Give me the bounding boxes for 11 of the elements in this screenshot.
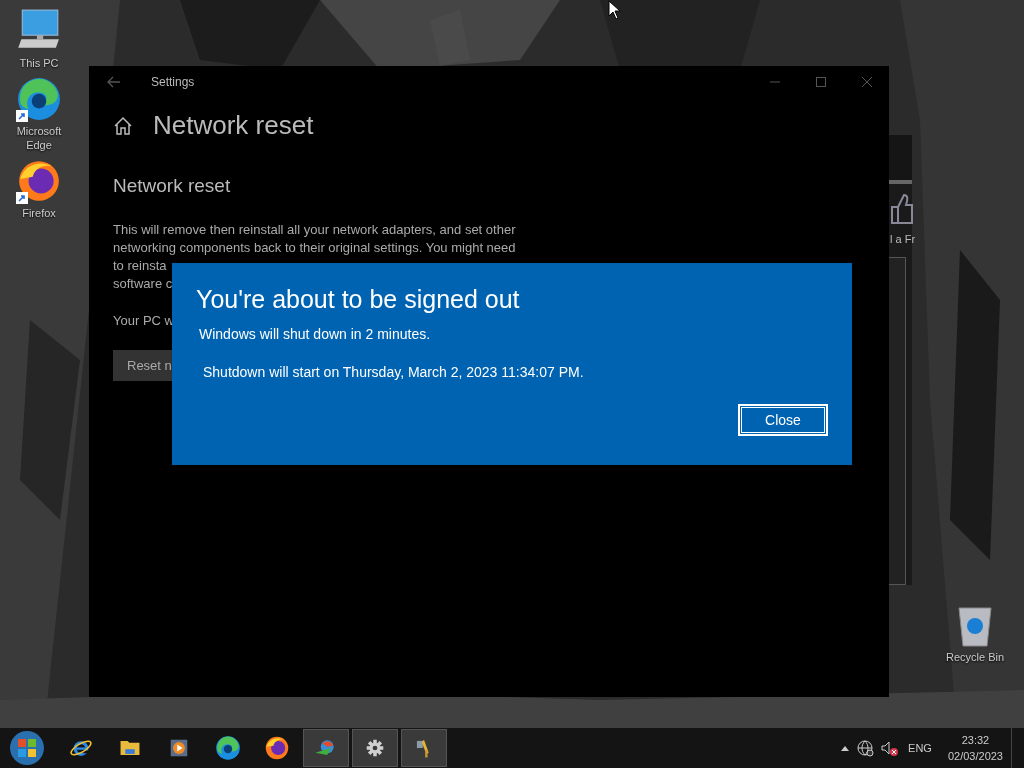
section-heading: Network reset xyxy=(113,175,232,197)
description-text: This will remove then reinstall all your network adapters, and set other xyxy=(113,221,517,239)
dialog-title: You're about to be signed out xyxy=(196,285,521,314)
dialog-message: Windows will shut down in 2 minutes. xyxy=(199,326,432,342)
description-text: networking components back to their original settings. You might need xyxy=(113,239,517,257)
dialog-detail: Shutdown will start on Thursday, March 2, 2023 11:34:07 PM. xyxy=(203,364,585,380)
page-heading: Network reset xyxy=(153,110,314,141)
description-text: to reinsta xyxy=(113,257,168,275)
window-title: Settings xyxy=(151,75,195,89)
description-text: software c xyxy=(113,275,174,293)
window-text: l a Fr xyxy=(890,233,916,245)
